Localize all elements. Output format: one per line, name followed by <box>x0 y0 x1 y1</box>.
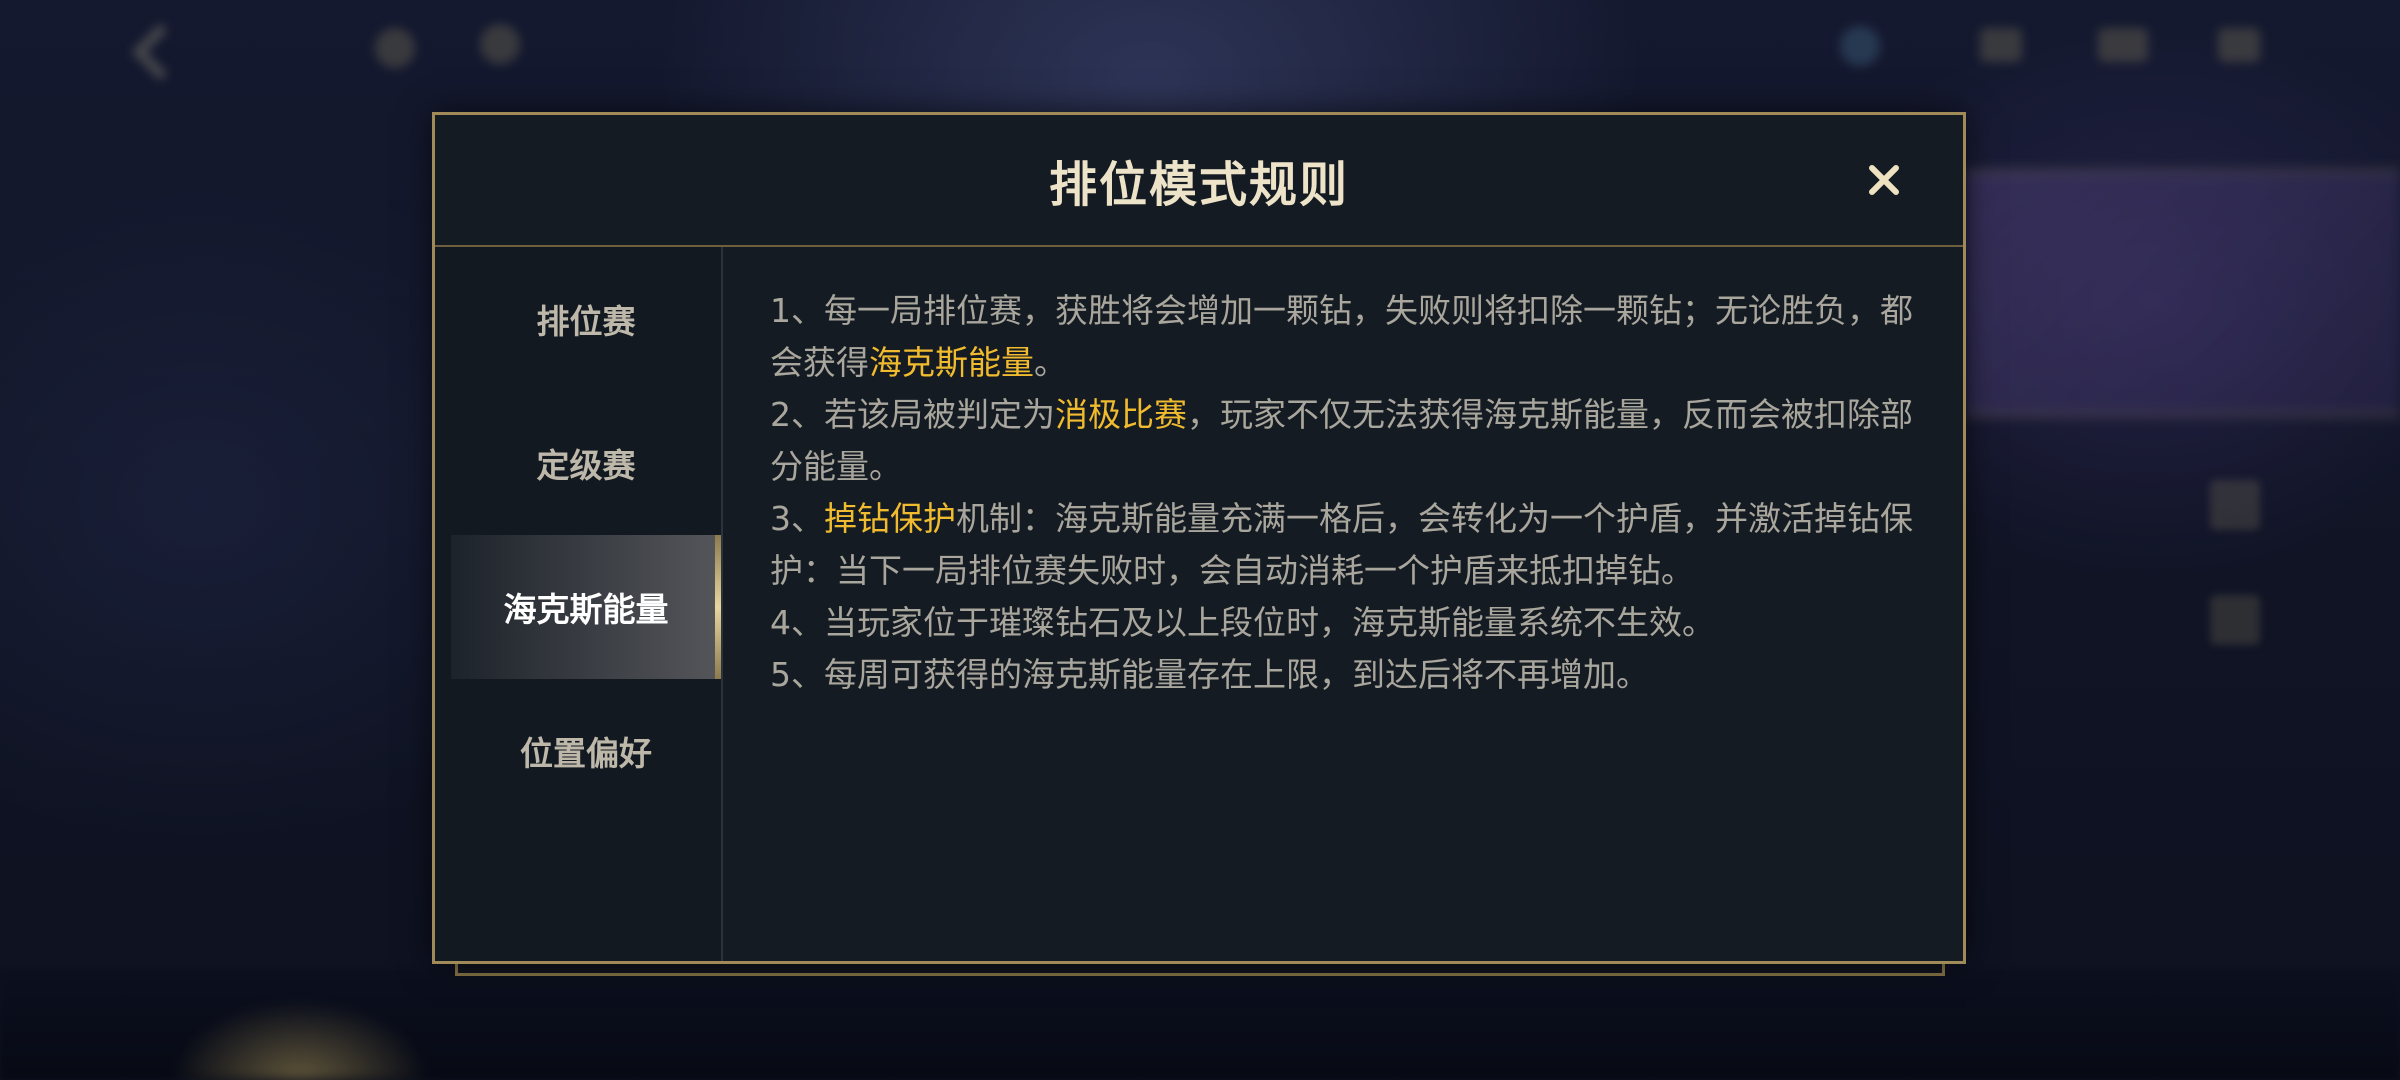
tab-placement-match[interactable]: 定级赛 <box>451 391 721 535</box>
tab-hextech-energy[interactable]: 海克斯能量 <box>451 535 721 679</box>
modal-underlay <box>455 964 1945 976</box>
rule-text: 。 <box>1034 343 1067 382</box>
rule-item: 1、每一局排位赛，获胜将会增加一颗钻，失败则将扣除一颗钻；无论胜负，都会获得海克… <box>770 285 1935 389</box>
rules-modal: 排位模式规则 排位赛 定级赛 海克斯能量 位置偏好 1、每一局排位赛，获胜将会增… <box>432 112 1966 964</box>
rule-item: 4、当玩家位于璀璨钻石及以上段位时，海克斯能量系统不生效。 <box>770 597 1935 649</box>
tab-label: 位置偏好 <box>520 734 652 773</box>
rule-item: 2、若该局被判定为消极比赛，玩家不仅无法获得海克斯能量，反而会被扣除部分能量。 <box>770 389 1935 493</box>
rule-item: 3、掉钻保护机制：海克斯能量充满一格后，会转化为一个护盾，并激活掉钻保护：当下一… <box>770 493 1935 597</box>
close-button[interactable] <box>1857 153 1911 207</box>
rules-sidebar: 排位赛 定级赛 海克斯能量 位置偏好 <box>435 247 723 961</box>
rule-highlight: 掉钻保护 <box>824 499 956 538</box>
tab-position-preference[interactable]: 位置偏好 <box>451 679 721 823</box>
rule-text: 3、 <box>770 499 824 538</box>
rule-highlight: 消极比赛 <box>1055 395 1187 434</box>
tab-label: 排位赛 <box>536 302 636 341</box>
close-icon <box>1869 165 1899 195</box>
rule-text: 5、每周可获得的海克斯能量存在上限，到达后将不再增加。 <box>770 655 1649 694</box>
tab-label: 定级赛 <box>536 446 636 485</box>
rules-content: 1、每一局排位赛，获胜将会增加一颗钻，失败则将扣除一颗钻；无论胜负，都会获得海克… <box>770 285 1935 701</box>
rule-item: 5、每周可获得的海克斯能量存在上限，到达后将不再增加。 <box>770 649 1935 701</box>
modal-header: 排位模式规则 <box>435 115 1963 247</box>
tab-label: 海克斯能量 <box>503 590 669 629</box>
tab-ranked-match[interactable]: 排位赛 <box>451 247 721 391</box>
rule-text: 2、若该局被判定为 <box>770 395 1055 434</box>
rule-text: 4、当玩家位于璀璨钻石及以上段位时，海克斯能量系统不生效。 <box>770 603 1715 642</box>
rule-highlight: 海克斯能量 <box>869 343 1034 382</box>
modal-title: 排位模式规则 <box>1048 157 1349 213</box>
